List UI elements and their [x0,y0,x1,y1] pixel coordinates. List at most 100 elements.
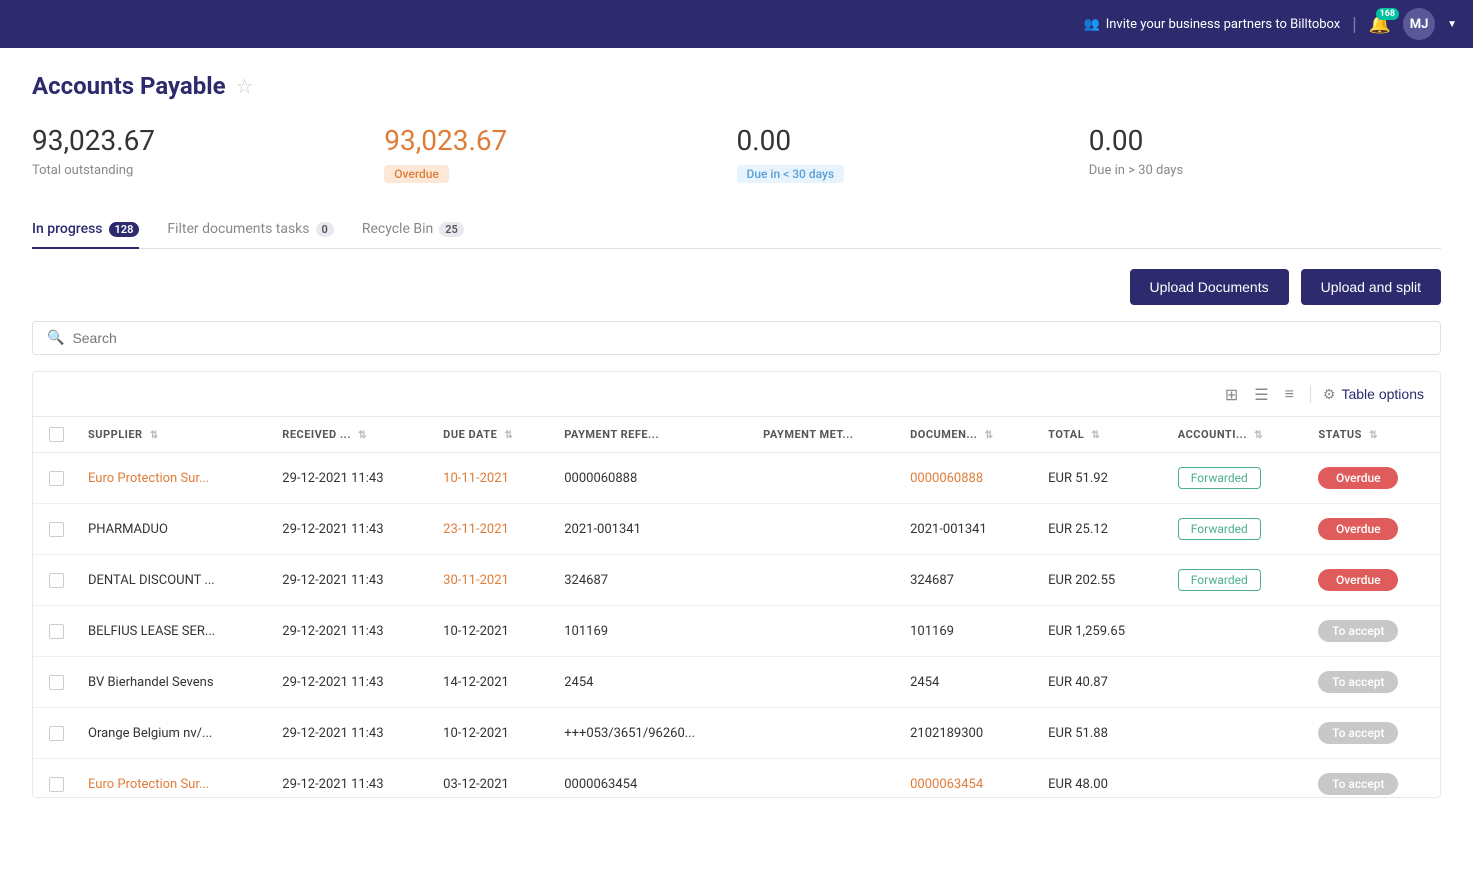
search-icon: 🔍 [47,330,64,346]
col-total-label: TOTAL [1048,428,1084,441]
tab-filter-tasks[interactable]: Filter documents tasks 0 [167,211,333,249]
due-soon-badge: Due in < 30 days [737,165,845,183]
col-received-label: RECEIVED ... [282,428,351,441]
cell-accounting [1166,606,1307,657]
cell-status: To accept [1306,759,1440,798]
notification-bell[interactable]: 🔔 168 [1369,14,1391,35]
row-checkbox-0[interactable] [49,471,64,486]
overdue-badge: Overdue [384,165,449,183]
cell-payment-method [751,504,898,555]
cell-total: EUR 1,259.65 [1036,606,1166,657]
supplier-sort-icon[interactable]: ⇅ [150,430,159,441]
select-all-checkbox[interactable] [49,427,64,442]
cell-document: 324687 [898,555,1036,606]
accounting-badge: Forwarded [1178,518,1261,540]
tab-recycle-bin[interactable]: Recycle Bin 25 [362,211,464,249]
row-checkbox-4[interactable] [49,675,64,690]
cell-status: Overdue [1306,504,1440,555]
search-input[interactable] [72,330,1426,346]
favorite-star-icon[interactable]: ☆ [236,74,254,98]
accounting-sort-icon[interactable]: ⇅ [1254,430,1263,441]
nav-divider: | [1352,14,1356,35]
stat-due-later: 0.00 Due in > 30 days [1089,124,1441,183]
table-options-button[interactable]: ⚙ Table options [1323,386,1424,403]
tab-in-progress-count: 128 [109,222,140,237]
cell-received: 29-12-2021 11:43 [270,555,431,606]
cell-accounting [1166,759,1307,798]
cell-payment-ref: 2454 [552,657,751,708]
table-row: Euro Protection Sur...29-12-2021 11:4303… [33,759,1440,798]
cell-supplier: Euro Protection Sur... [76,759,270,798]
upload-documents-button[interactable]: Upload Documents [1130,269,1289,305]
col-total: TOTAL ⇅ [1036,417,1166,453]
cell-payment-ref: 0000063454 [552,759,751,798]
table-row: Orange Belgium nv/...29-12-2021 11:4310-… [33,708,1440,759]
col-accounting-label: ACCOUNTI... [1178,428,1247,441]
stat-label-due-later: Due in > 30 days [1089,163,1441,178]
cell-document: 2102189300 [898,708,1036,759]
table-row: Euro Protection Sur...29-12-2021 11:4310… [33,453,1440,504]
col-status: STATUS ⇅ [1306,417,1440,453]
status-badge: Overdue [1318,518,1398,540]
search-row: 🔍 [32,321,1441,355]
cell-supplier: Euro Protection Sur... [76,453,270,504]
cell-document: 0000060888 [898,453,1036,504]
cell-payment-method [751,606,898,657]
cell-total: EUR 51.88 [1036,708,1166,759]
accounting-badge: Forwarded [1178,467,1261,489]
cell-payment-method [751,555,898,606]
cell-accounting: Forwarded [1166,453,1307,504]
list-compact-icon[interactable]: ⊞ [1221,383,1242,406]
row-checkbox-2[interactable] [49,573,64,588]
upload-and-split-button[interactable]: Upload and split [1301,269,1441,305]
cell-payment-method [751,453,898,504]
row-checkbox-1[interactable] [49,522,64,537]
tab-in-progress-label: In progress [32,221,103,237]
cell-accounting [1166,708,1307,759]
stats-row: 93,023.67 Total outstanding 93,023.67 Ov… [32,124,1441,183]
documents-table-container: ⊞ ☰ ≡ ⚙ Table options SUPPLIER [32,371,1441,798]
document-link[interactable]: 0000060888 [910,471,983,486]
cell-accounting: Forwarded [1166,504,1307,555]
cell-status: Overdue [1306,453,1440,504]
select-all-header[interactable] [33,417,76,453]
document-link[interactable]: 0000063454 [910,777,983,792]
row-checkbox-5[interactable] [49,726,64,741]
received-sort-icon[interactable]: ⇅ [358,430,367,441]
list-spacious-icon[interactable]: ≡ [1281,382,1298,406]
status-badge: To accept [1318,722,1398,744]
list-normal-icon[interactable]: ☰ [1250,383,1272,406]
table-options-label: Table options [1341,386,1424,402]
avatar[interactable]: MJ [1403,8,1435,40]
invite-banner[interactable]: 👥 Invite your business partners to Billt… [1084,17,1341,32]
document-sort-icon[interactable]: ⇅ [985,430,994,441]
status-badge: To accept [1318,620,1398,642]
cell-document: 2021-001341 [898,504,1036,555]
status-badge: Overdue [1318,467,1398,489]
row-checkbox-3[interactable] [49,624,64,639]
row-checkbox-6[interactable] [49,777,64,792]
cell-due-date: 30-11-2021 [431,555,552,606]
tabs-row: In progress 128 Filter documents tasks 0… [32,211,1441,249]
supplier-link[interactable]: Euro Protection Sur... [88,777,209,792]
supplier-link[interactable]: Euro Protection Sur... [88,471,209,486]
table-toolbar: ⊞ ☰ ≡ ⚙ Table options [33,372,1440,417]
cell-due-date: 10-12-2021 [431,606,552,657]
due-date-sort-icon[interactable]: ⇅ [505,430,514,441]
col-payment-ref-label: PAYMENT REFE... [564,428,659,441]
stat-value-due-later: 0.00 [1089,124,1441,157]
status-sort-icon[interactable]: ⇅ [1369,430,1378,441]
cell-due-date: 23-11-2021 [431,504,552,555]
col-status-label: STATUS [1318,428,1362,441]
stat-value-overdue: 93,023.67 [384,124,736,157]
table-row: BV Bierhandel Sevens29-12-2021 11:4314-1… [33,657,1440,708]
col-supplier: SUPPLIER ⇅ [76,417,270,453]
total-sort-icon[interactable]: ⇅ [1091,430,1100,441]
cell-due-date: 14-12-2021 [431,657,552,708]
cell-document: 2454 [898,657,1036,708]
table-scroll-area[interactable]: SUPPLIER ⇅ RECEIVED ... ⇅ DUE DATE ⇅ P [33,417,1440,797]
cell-received: 29-12-2021 11:43 [270,504,431,555]
avatar-caret-icon[interactable]: ▼ [1447,19,1457,30]
tab-in-progress[interactable]: In progress 128 [32,211,139,249]
cell-due-date: 03-12-2021 [431,759,552,798]
